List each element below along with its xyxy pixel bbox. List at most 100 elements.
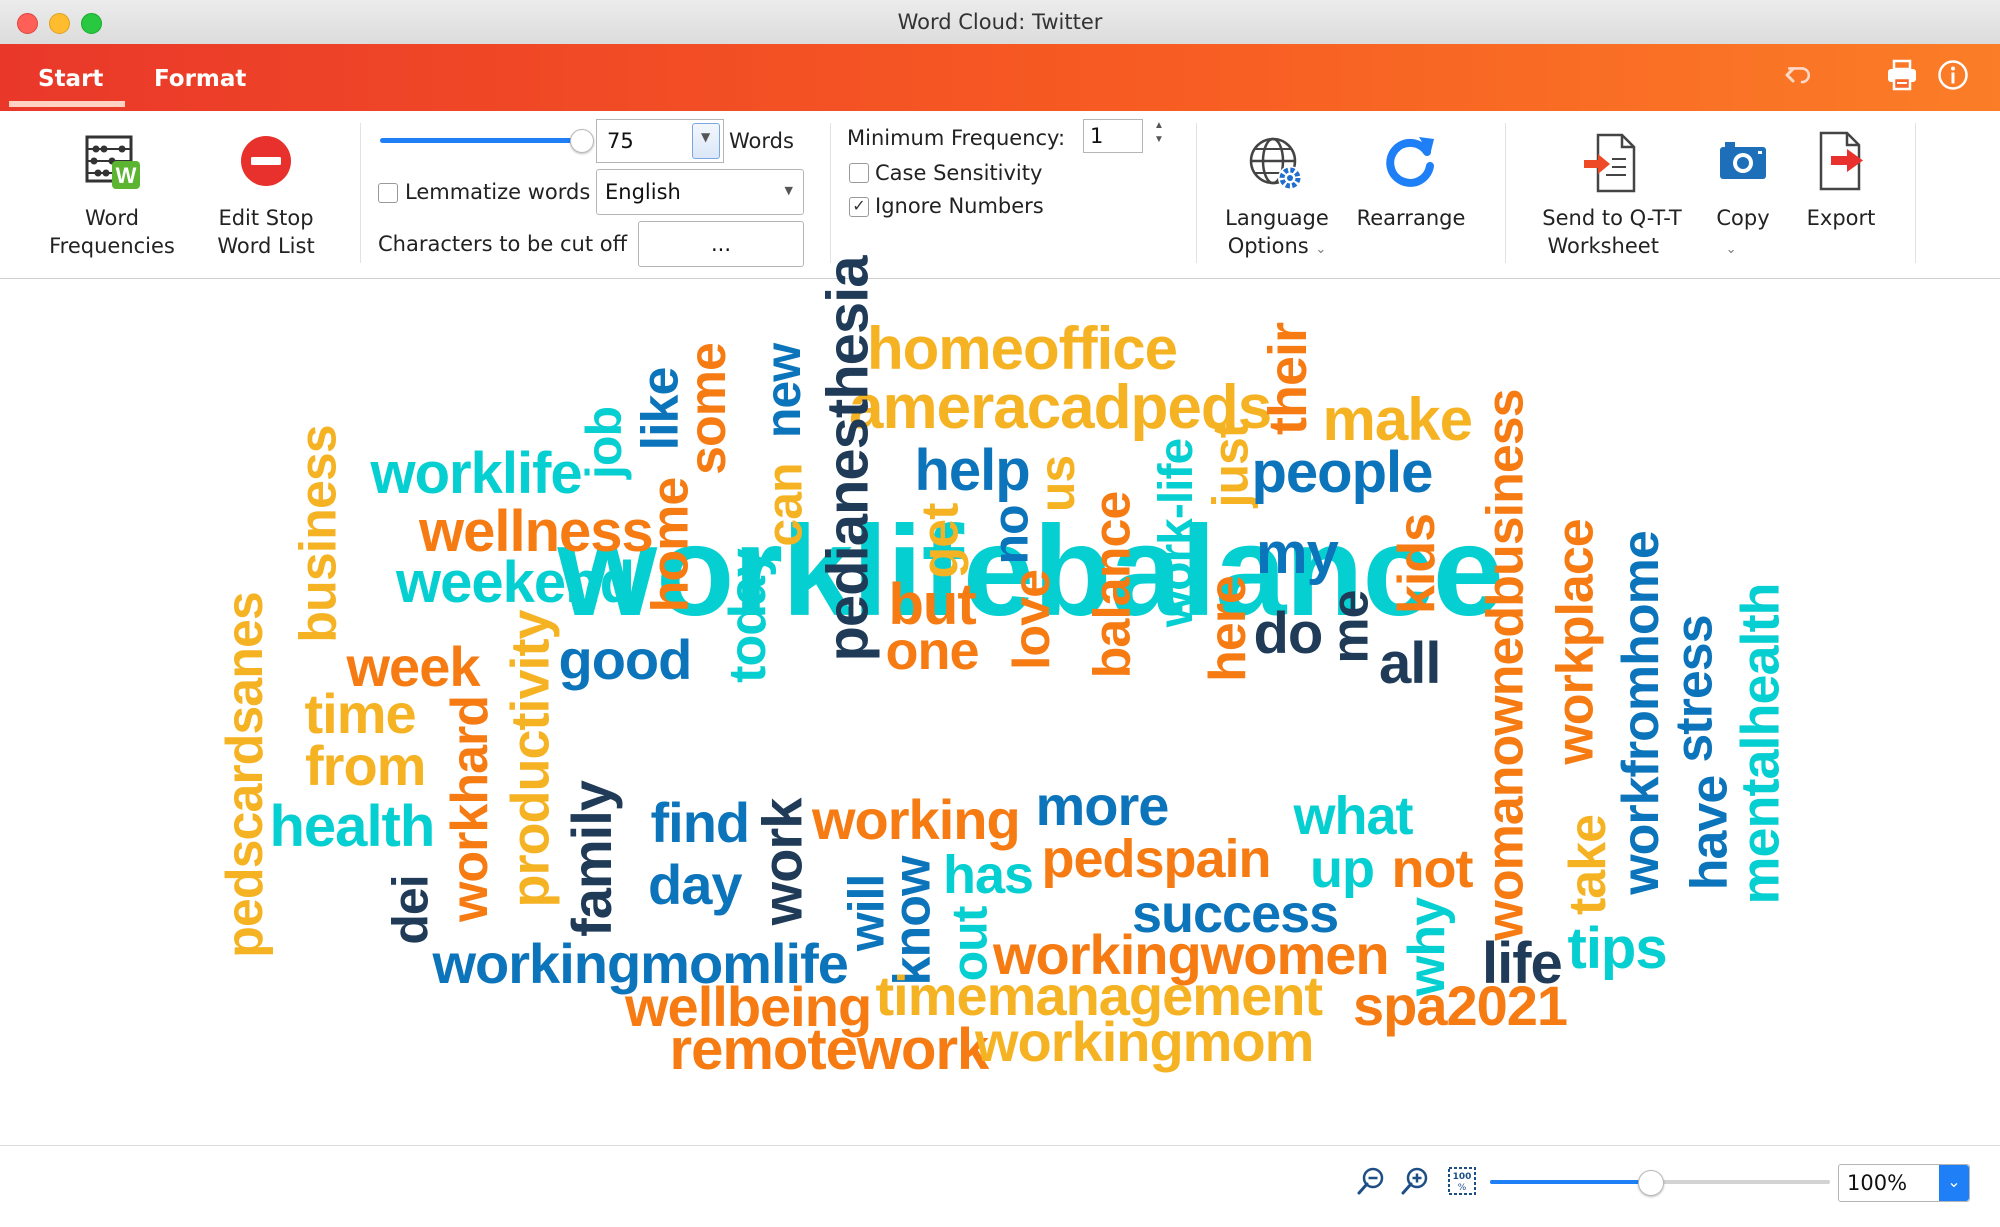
cloud-word[interactable]: mentalhealth (1730, 583, 1790, 904)
cloud-word[interactable]: from (305, 738, 426, 794)
zoom-out-icon[interactable] (1356, 1166, 1386, 1196)
words-label: Words (729, 129, 794, 153)
cloud-word[interactable]: womanownedbusiness (1476, 389, 1534, 940)
min-frequency-stepper[interactable]: ▲ ▼ (1152, 119, 1166, 151)
cloud-word[interactable]: today (719, 549, 777, 683)
cloud-word[interactable]: do (1254, 605, 1324, 663)
cloud-word[interactable]: some (679, 343, 737, 475)
cloud-word[interactable]: take (1559, 815, 1617, 915)
cloud-word[interactable]: has (943, 848, 1034, 902)
cloud-word[interactable]: help (915, 442, 1031, 500)
cloud-word[interactable]: one (886, 624, 980, 678)
send-to-qtt-button[interactable]: Send to Q-T-T Worksheet ⌄ (1522, 111, 1737, 271)
cloud-word[interactable]: workhard (441, 696, 499, 922)
cloud-word[interactable]: remotework (670, 1021, 990, 1079)
language-select[interactable]: English ▼ (596, 169, 804, 215)
actual-size-icon[interactable]: 100 % (1447, 1166, 1477, 1196)
rearrange-button[interactable]: Rearrange (1350, 111, 1472, 271)
edit-stop-word-list-button[interactable]: Edit Stop Word List (200, 111, 332, 271)
cloud-word[interactable]: work (750, 799, 813, 926)
undo-icon[interactable] (1783, 58, 1817, 92)
cloud-word[interactable]: family (560, 781, 623, 937)
lemmatize-checkbox[interactable] (378, 183, 398, 203)
send-qtt-line2: Worksheet (1547, 234, 1659, 258)
words-count-field[interactable]: 75 ▼ (596, 119, 724, 163)
cloud-word[interactable]: day (648, 857, 742, 913)
cloud-word[interactable]: just (1202, 423, 1258, 508)
svg-text:%: % (1458, 1183, 1467, 1193)
cloud-word[interactable]: business (289, 425, 347, 642)
language-options-label: Language Options ⌄ (1210, 204, 1344, 264)
cloud-word[interactable]: not (1392, 842, 1474, 896)
zoom-in-icon[interactable] (1400, 1166, 1430, 1196)
cloud-word[interactable]: homeoffice (867, 319, 1178, 379)
cloud-word[interactable]: all (1379, 635, 1441, 693)
chevron-down-icon: ▼ (784, 184, 793, 197)
cloud-word[interactable]: here (1199, 576, 1257, 682)
min-frequency-field[interactable]: 1 (1083, 119, 1143, 153)
cloud-word[interactable]: get (911, 504, 969, 579)
ignore-numbers-checkbox[interactable]: ✓ (849, 197, 869, 217)
words-slider-track[interactable] (380, 138, 580, 143)
tab-start[interactable]: Start (38, 66, 103, 92)
cloud-word[interactable]: us (1029, 456, 1085, 512)
cloud-word[interactable]: dei (382, 875, 438, 944)
send-to-qtt-label: Send to Q-T-T Worksheet ⌄ (1522, 204, 1736, 264)
cloud-word[interactable]: tips (1568, 920, 1668, 978)
cloud-word[interactable]: job (576, 407, 632, 479)
toolbar-separator (1915, 123, 1916, 263)
cloud-word[interactable]: stress (1665, 615, 1723, 762)
cloud-word[interactable]: love (1003, 570, 1061, 670)
ribbon-tab-bar: Start Format (0, 44, 2000, 111)
cloud-word[interactable]: workingmom (975, 1014, 1314, 1070)
cloud-word[interactable]: me (1321, 590, 1379, 663)
tab-format[interactable]: Format (154, 66, 246, 92)
zoom-slider-thumb[interactable] (1637, 1170, 1664, 1196)
cloud-word[interactable]: my (1256, 525, 1339, 583)
cloud-word[interactable]: productivity (500, 610, 560, 907)
cloud-word[interactable]: kids (1388, 514, 1446, 614)
words-count-dropdown[interactable]: ▼ (692, 123, 720, 159)
cloud-word[interactable]: pedscardsanes (216, 592, 274, 958)
words-slider-thumb[interactable] (570, 129, 594, 153)
print-icon[interactable] (1885, 58, 1919, 92)
zoom-level-value: 100% (1847, 1171, 1908, 1195)
active-tab-indicator (9, 101, 125, 107)
cloud-word[interactable]: can (756, 463, 812, 546)
zoom-level-select[interactable]: 100% ⌄ (1838, 1164, 1970, 1202)
window-title: Word Cloud: Twitter (897, 10, 1103, 34)
cloud-word[interactable]: their (1258, 323, 1318, 435)
cloud-word[interactable]: what (1294, 789, 1414, 843)
cloud-word[interactable]: balance (1083, 492, 1141, 679)
cloud-word[interactable]: more (1036, 778, 1170, 834)
info-icon[interactable] (1936, 58, 1970, 92)
cloud-word[interactable]: weekend (396, 554, 635, 612)
cloud-word[interactable]: like (631, 368, 689, 451)
cloud-word[interactable]: new (755, 344, 811, 438)
export-icon (1819, 131, 1863, 191)
cloud-word[interactable]: no (982, 505, 1038, 564)
zoom-dropdown-button[interactable]: ⌄ (1939, 1165, 1969, 1201)
word-frequencies-button[interactable]: W Word Frequencies (34, 111, 190, 271)
copy-button[interactable]: Copy (1704, 111, 1782, 271)
chars-cut-field[interactable]: ... (638, 221, 804, 267)
export-button[interactable]: Export (1797, 111, 1885, 271)
cloud-word[interactable]: health (270, 798, 436, 856)
cloud-word[interactable]: working (812, 792, 1021, 848)
word-frequencies-line1: Word (85, 206, 139, 230)
cloud-word[interactable]: good (559, 632, 693, 688)
cloud-word[interactable]: work-life (1150, 439, 1203, 627)
cloud-word[interactable]: home (641, 478, 699, 613)
cloud-word[interactable]: people (1252, 444, 1434, 502)
cloud-word[interactable]: spa2021 (1353, 978, 1568, 1034)
cloud-word[interactable]: worklife (371, 445, 583, 503)
edit-stop-label: Edit Stop Word List (200, 204, 332, 260)
language-options-button[interactable]: Language Options ⌄ (1210, 111, 1344, 271)
cloud-word[interactable]: pedspain (1042, 832, 1272, 886)
cloud-word[interactable]: have (1680, 776, 1738, 891)
cloud-word[interactable]: workplace (1546, 519, 1604, 764)
case-sensitivity-checkbox[interactable] (849, 163, 869, 183)
cloud-word[interactable]: find (651, 795, 751, 851)
cloud-word[interactable]: workfromhome (1612, 531, 1670, 895)
cloud-word[interactable]: pedianesthesia (815, 256, 880, 661)
